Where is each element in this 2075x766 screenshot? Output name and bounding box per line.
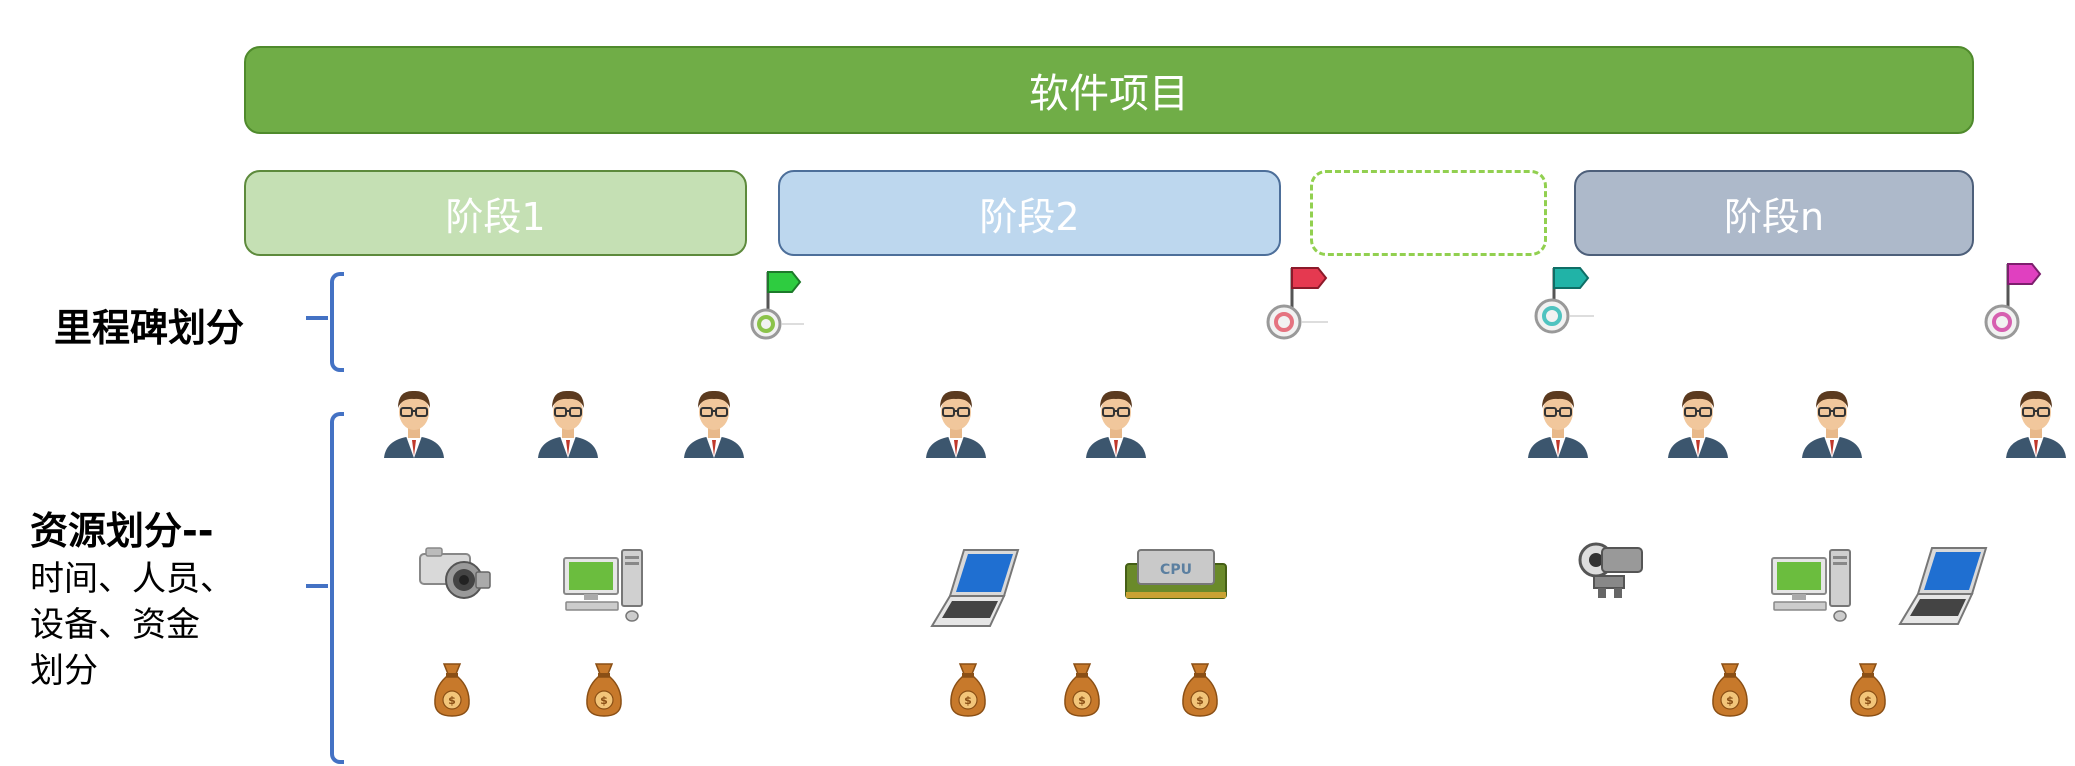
money-bag-icon: $ (1182, 663, 1218, 717)
stage-1: 阶段1 (244, 170, 747, 256)
resource-section-line-1: 时间、人员、 (30, 559, 234, 599)
stage-1-label: 阶段1 (445, 194, 546, 239)
person-icon (1668, 390, 1728, 458)
person-icon (384, 390, 444, 458)
milestone-flag-icon (1266, 267, 1328, 340)
projector-icon (1578, 542, 1643, 598)
stage-ellipsis-placeholder (1310, 170, 1547, 256)
project-bar: 软件项目 (244, 46, 1974, 134)
project-label: 软件项目 (1029, 71, 1189, 117)
money-symbol: $ (1078, 694, 1086, 707)
cpu-chip-icon: CPU (1125, 549, 1227, 599)
stage-n: 阶段n (1574, 170, 1974, 256)
resource-section-title: 资源划分-- (30, 509, 214, 553)
laptop-icon (930, 549, 1020, 627)
person-icon (1802, 390, 1862, 458)
cpu-label: CPU (1160, 562, 1192, 578)
milestone-flag-icon (1984, 263, 2042, 340)
camera-icon (419, 547, 491, 599)
money-symbol: $ (600, 694, 608, 707)
resource-bracket-tick (306, 584, 328, 588)
resource-section-line-3: 划分 (30, 651, 98, 691)
person-icon (1086, 390, 1146, 458)
milestone-section-label: 里程碑划分 (54, 306, 245, 350)
milestone-flag-icon (750, 271, 804, 340)
resource-section-line-2: 设备、资金 (30, 605, 200, 645)
money-bag-icon: $ (434, 663, 470, 717)
person-icon (538, 390, 598, 458)
person-icon (1528, 390, 1588, 458)
money-symbol: $ (1196, 694, 1204, 707)
stage-2: 阶段2 (778, 170, 1281, 256)
money-bag-icon: $ (1712, 663, 1748, 717)
money-symbol: $ (448, 694, 456, 707)
stage-n-label: 阶段n (1723, 194, 1825, 239)
laptop-icon (1898, 547, 1988, 625)
milestone-flag-icon (1534, 267, 1594, 334)
desktop-computer-icon (563, 549, 643, 622)
money-symbol: $ (1864, 694, 1872, 707)
person-icon (684, 390, 744, 458)
person-icon (926, 390, 986, 458)
money-bag-icon: $ (1850, 663, 1886, 717)
money-symbol: $ (1726, 694, 1734, 707)
money-bag-icon: $ (950, 663, 986, 717)
milestone-bracket (330, 272, 344, 372)
money-bag-icon: $ (1064, 663, 1100, 717)
milestone-bracket-tick (306, 316, 328, 320)
resource-bracket (330, 412, 344, 764)
person-icon (2006, 390, 2066, 458)
stage-2-label: 阶段2 (979, 194, 1080, 239)
desktop-computer-icon (1771, 549, 1851, 622)
money-bag-icon: $ (586, 663, 622, 717)
money-symbol: $ (964, 694, 972, 707)
